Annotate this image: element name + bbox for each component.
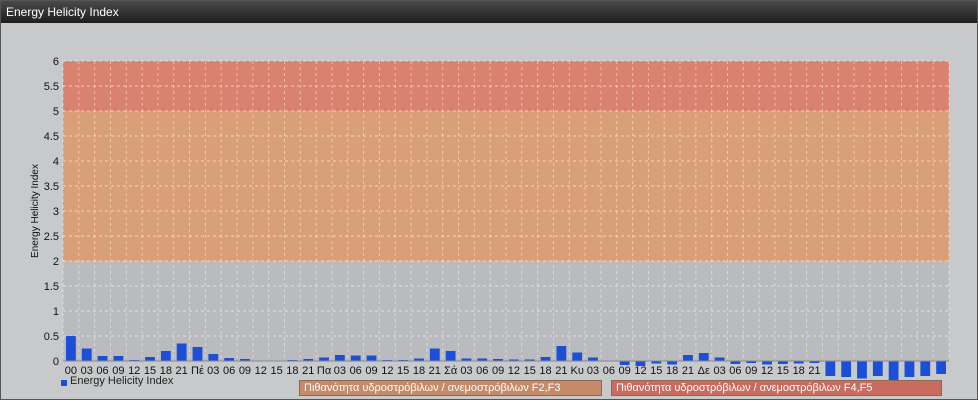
x-tick-label: 09: [619, 365, 631, 377]
bar: [366, 355, 377, 361]
x-tick-label: 09: [239, 365, 251, 377]
x-tick-label: Σά: [444, 365, 458, 377]
y-tick-label: 3.5: [44, 181, 59, 193]
bar: [936, 361, 946, 374]
bar: [540, 357, 551, 361]
bar: [888, 361, 899, 381]
x-tick-label: 06: [603, 365, 615, 377]
bar: [81, 348, 92, 361]
y-tick-label: 5: [53, 106, 59, 118]
x-tick-label: 12: [634, 365, 646, 377]
bar: [97, 356, 108, 361]
x-tick-label: 21: [808, 365, 820, 377]
x-tick-label: 12: [255, 365, 267, 377]
y-tick-label: 1.5: [44, 281, 59, 293]
y-tick-label: 0.5: [44, 331, 59, 343]
y-tick-label: 1: [53, 306, 59, 318]
bar: [698, 353, 709, 361]
x-tick-label: Πέ: [191, 365, 204, 377]
bar: [841, 361, 852, 377]
bar: [588, 357, 598, 361]
x-tick-label: 21: [555, 365, 567, 377]
x-tick-label: 12: [761, 365, 773, 377]
legend-band-f4-f5[interactable]: Πιθανότητα υδροστρόβιλων / ανεμοστρόβιλω…: [611, 380, 942, 396]
bar: [160, 351, 171, 361]
y-tick-label: 5.5: [44, 81, 59, 93]
x-tick-label: 21: [682, 365, 694, 377]
x-tick-label: 21: [302, 365, 314, 377]
bar: [667, 361, 678, 365]
x-tick-label: 18: [666, 365, 678, 377]
x-tick-label: 06: [350, 365, 362, 377]
x-tick-label: Κυ: [571, 365, 584, 377]
x-tick-label: Δε: [698, 365, 710, 377]
ehi-chart: 00.511.522.533.544.555.5600 03 06 09 12 15 18 2…: [30, 56, 950, 381]
x-tick-label: 03: [207, 365, 219, 377]
bar: [920, 361, 931, 376]
legend-series-swatch: [61, 380, 67, 386]
x-tick-label: 12: [381, 365, 393, 377]
bar: [66, 336, 76, 361]
x-tick-label: 18: [286, 365, 298, 377]
bar: [872, 361, 883, 376]
bar: [192, 347, 203, 361]
x-tick-label: 21: [176, 365, 188, 377]
bar: [350, 355, 361, 361]
y-axis-title: Energy Helicity Index: [30, 164, 41, 258]
bar: [113, 356, 124, 361]
bar: [334, 355, 345, 361]
bar: [145, 357, 155, 361]
y-tick-label: 4.5: [44, 131, 59, 143]
bar: [714, 357, 725, 361]
bar: [572, 352, 583, 361]
x-tick-label: 15: [270, 365, 282, 377]
legend-series-label: Energy Helicity Index: [70, 375, 174, 387]
y-tick-label: 4: [53, 156, 59, 168]
x-tick-label: 03: [460, 365, 472, 377]
legend-band-f2-f3[interactable]: Πιθανότητα υδροστρόβιλων / ανεμοστρόβιλω…: [299, 380, 602, 396]
bar: [762, 361, 772, 365]
x-tick-label: 15: [524, 365, 536, 377]
x-tick-label: 03: [334, 365, 346, 377]
y-tick-label: 2.5: [44, 231, 59, 243]
x-tick-label: 03: [587, 365, 599, 377]
x-tick-label: 06: [223, 365, 235, 377]
y-tick-label: 2: [53, 256, 59, 268]
x-tick-label: 06: [729, 365, 741, 377]
bar: [683, 355, 693, 361]
bar: [445, 351, 456, 361]
y-tick-label: 3: [53, 206, 59, 218]
bar: [825, 361, 836, 376]
y-tick-label: 6: [53, 56, 59, 68]
bar: [556, 346, 567, 361]
bar: [429, 348, 440, 361]
x-tick-label: 09: [745, 365, 757, 377]
y-tick-label: 0: [53, 356, 59, 368]
bar: [208, 354, 219, 361]
x-tick-label: 18: [413, 365, 425, 377]
bar: [857, 361, 867, 379]
x-tick-label: 09: [365, 365, 377, 377]
x-tick-label: 09: [492, 365, 504, 377]
window-title: Energy Helicity Index: [6, 5, 119, 19]
bar: [319, 357, 329, 361]
bar: [904, 361, 915, 377]
x-tick-label: Πα: [317, 365, 332, 377]
x-tick-label: 12: [508, 365, 520, 377]
x-tick-label: 18: [793, 365, 805, 377]
chart-window: Energy Helicity Index 0 0.5 1 1.5 2 2.5 3 3.5 4 4…: [0, 0, 978, 400]
x-tick-label: 03: [713, 365, 725, 377]
x-tick-label: 15: [777, 365, 789, 377]
title-bar: Energy Helicity Index: [1, 1, 977, 23]
bar: [176, 343, 187, 361]
x-tick-label: 21: [429, 365, 441, 377]
x-tick-label: 15: [650, 365, 662, 377]
x-tick-label: 06: [476, 365, 488, 377]
x-tick-label: 15: [397, 365, 409, 377]
x-tick-label: 18: [539, 365, 551, 377]
